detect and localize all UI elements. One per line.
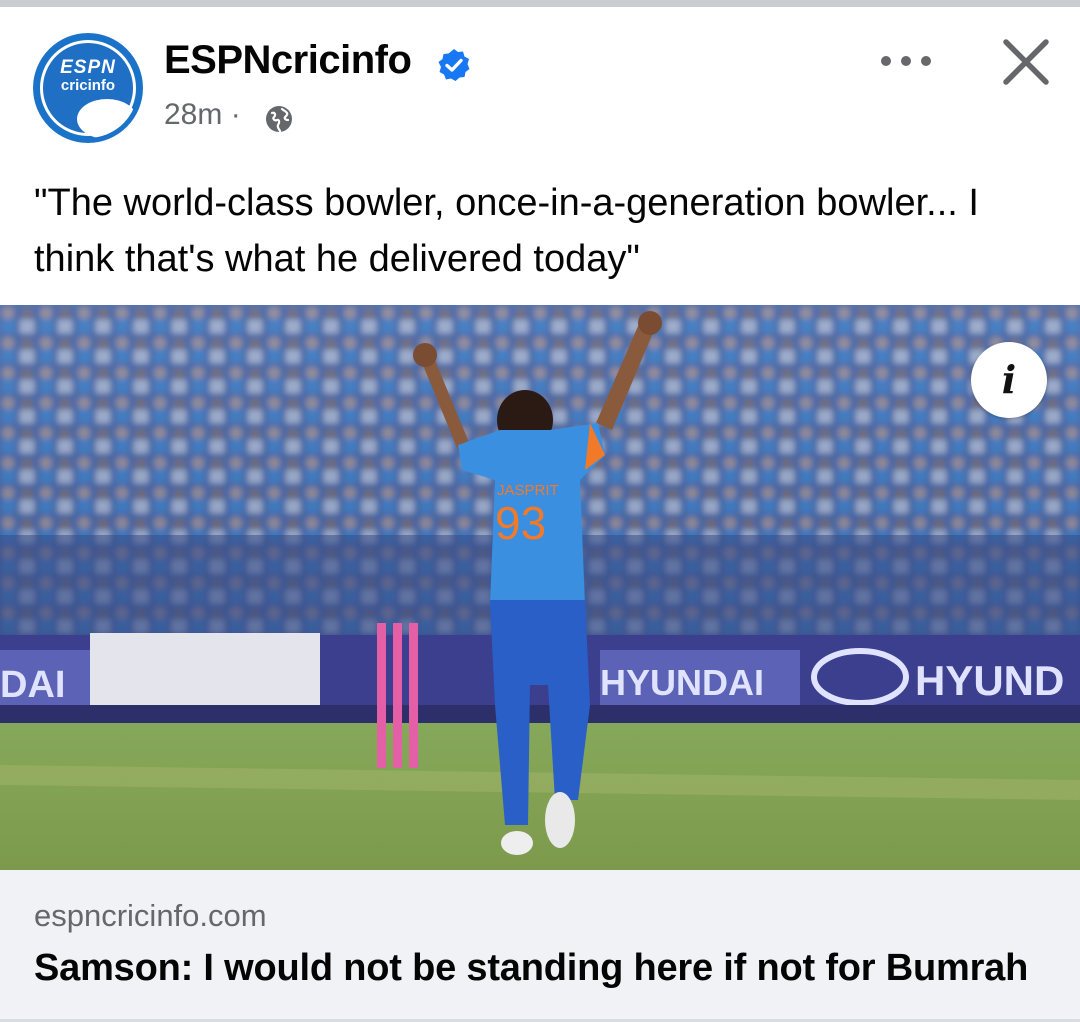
cricket-celebration-image: DAI HYUNDAI HYUND 93 JASPRIT [0, 305, 1080, 870]
info-button[interactable]: i [971, 342, 1047, 418]
page-name-link[interactable]: ESPNcricinfo [164, 38, 412, 83]
post-caption: "The world-class bowler, once-in-a-gener… [34, 182, 979, 280]
link-title[interactable]: Samson: I would not be standing here if … [34, 947, 1028, 990]
board-text-mid: HYUNDAI [600, 662, 764, 703]
more-options-icon[interactable] [876, 46, 936, 76]
shirt-name: JASPRIT [497, 482, 559, 499]
board-text-left: DAI [0, 664, 65, 706]
top-divider [0, 0, 1080, 7]
page-avatar[interactable]: ESPN cricinfo [33, 33, 143, 143]
close-icon[interactable] [1000, 36, 1052, 88]
info-icon: i [1001, 357, 1017, 402]
link-domain: espncricinfo.com [34, 898, 267, 933]
post-timestamp[interactable]: 28m [164, 98, 222, 131]
board-text-right: HYUND [915, 657, 1064, 704]
post-header [0, 7, 1080, 157]
avatar-ring [33, 33, 143, 143]
post-meta: 28m · [164, 98, 241, 132]
verified-badge-icon [438, 49, 470, 81]
shirt-number: 93 [495, 497, 546, 549]
globe-icon [266, 106, 292, 133]
meta-separator: · [230, 98, 241, 131]
post-photo[interactable]: DAI HYUNDAI HYUND 93 JASPRIT [0, 305, 1080, 870]
link-preview[interactable] [0, 870, 1080, 1020]
